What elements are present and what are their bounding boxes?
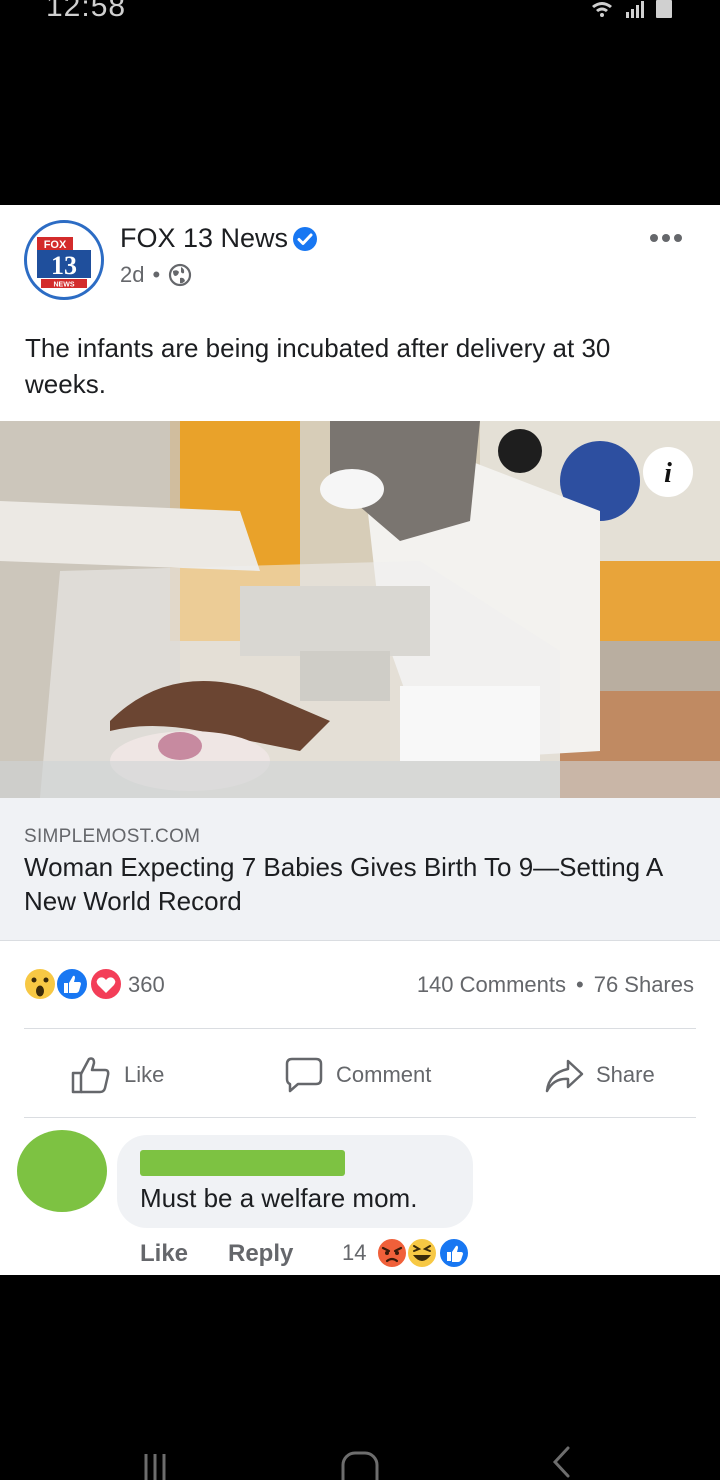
like-button[interactable]: Like (70, 1052, 164, 1098)
svg-text:i: i (664, 458, 672, 489)
logo-number-text: 13 (51, 251, 77, 280)
comments-count[interactable]: 140 Comments (417, 972, 566, 998)
comment-bubble-icon (285, 1057, 323, 1093)
divider (24, 1028, 696, 1029)
wow-reaction-icon (23, 967, 57, 1001)
recent-apps-icon (144, 1454, 166, 1480)
share-arrow-icon (545, 1059, 584, 1093)
angry-reaction-icon (376, 1237, 408, 1269)
commenter-name-redacted[interactable] (140, 1150, 345, 1176)
post-meta: 2d • (120, 262, 192, 288)
comment-label: Comment (336, 1062, 432, 1087)
reaction-icons[interactable] (22, 966, 126, 1002)
more-options-icon[interactable] (648, 228, 684, 248)
like-reaction-icon (438, 1237, 470, 1269)
post-time[interactable]: 2d (120, 262, 144, 288)
verified-badge-icon (293, 227, 317, 251)
meta-separator: • (152, 262, 161, 287)
like-label: Like (124, 1062, 165, 1087)
link-preview-image[interactable] (0, 421, 720, 798)
commenter-avatar-redacted[interactable] (17, 1130, 107, 1212)
status-time: 12:58 (46, 0, 127, 23)
share-label: Share (596, 1062, 655, 1087)
home-icon (341, 1451, 379, 1480)
comment-reply-button[interactable]: Reply (228, 1240, 293, 1268)
page-name[interactable]: FOX 13 News (120, 223, 288, 254)
comment-like-button[interactable]: Like (140, 1240, 188, 1268)
page-avatar[interactable]: FOX 13 NEWS (24, 220, 104, 300)
like-reaction-icon (55, 967, 89, 1001)
reaction-count[interactable]: 360 (128, 972, 165, 998)
divider (24, 1117, 696, 1118)
link-domain: SIMPLEMOST.COM (24, 826, 201, 847)
love-reaction-icon (89, 967, 123, 1001)
post-text: The infants are being incubated after de… (25, 333, 611, 399)
status-icons (592, 0, 672, 18)
comment-button[interactable]: Comment (284, 1052, 431, 1098)
comment-bubble[interactable] (117, 1135, 473, 1228)
comment-text: Must be a welfare mom. (140, 1183, 418, 1213)
info-icon[interactable]: i (642, 446, 694, 498)
globe-icon (169, 263, 192, 287)
thumbs-up-icon (71, 1057, 110, 1094)
haha-reaction-icon (406, 1237, 438, 1269)
engagement-stats: 140 Comments • 76 Shares (417, 972, 694, 998)
comment-reaction-count[interactable]: 14 (342, 1240, 366, 1266)
engagement-separator: • (576, 972, 584, 997)
logo-news-text: NEWS (54, 282, 75, 289)
link-title[interactable]: Woman Expecting 7 Babies Gives Birth To … (24, 850, 704, 918)
shares-count[interactable]: 76 Shares (594, 972, 694, 998)
comment-reaction-icons[interactable] (375, 1236, 475, 1270)
fox13-logo-icon: FOX 13 NEWS (30, 226, 98, 294)
share-button[interactable]: Share (544, 1052, 655, 1098)
back-icon (552, 1446, 570, 1478)
logo-fox-text: FOX (44, 239, 67, 251)
android-navigation-bar (144, 1446, 570, 1480)
